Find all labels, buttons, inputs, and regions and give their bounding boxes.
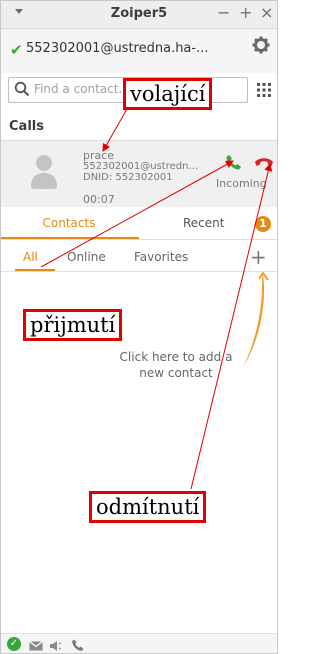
annotation-accept: přijmutí	[23, 309, 123, 341]
annotation-caller: volající	[123, 78, 213, 110]
annotation-reject: odmítnutí	[89, 491, 207, 523]
zoiper-window: Zoiper5 − + × ✔ 552302001@ustredna.ha-..…	[0, 0, 278, 654]
